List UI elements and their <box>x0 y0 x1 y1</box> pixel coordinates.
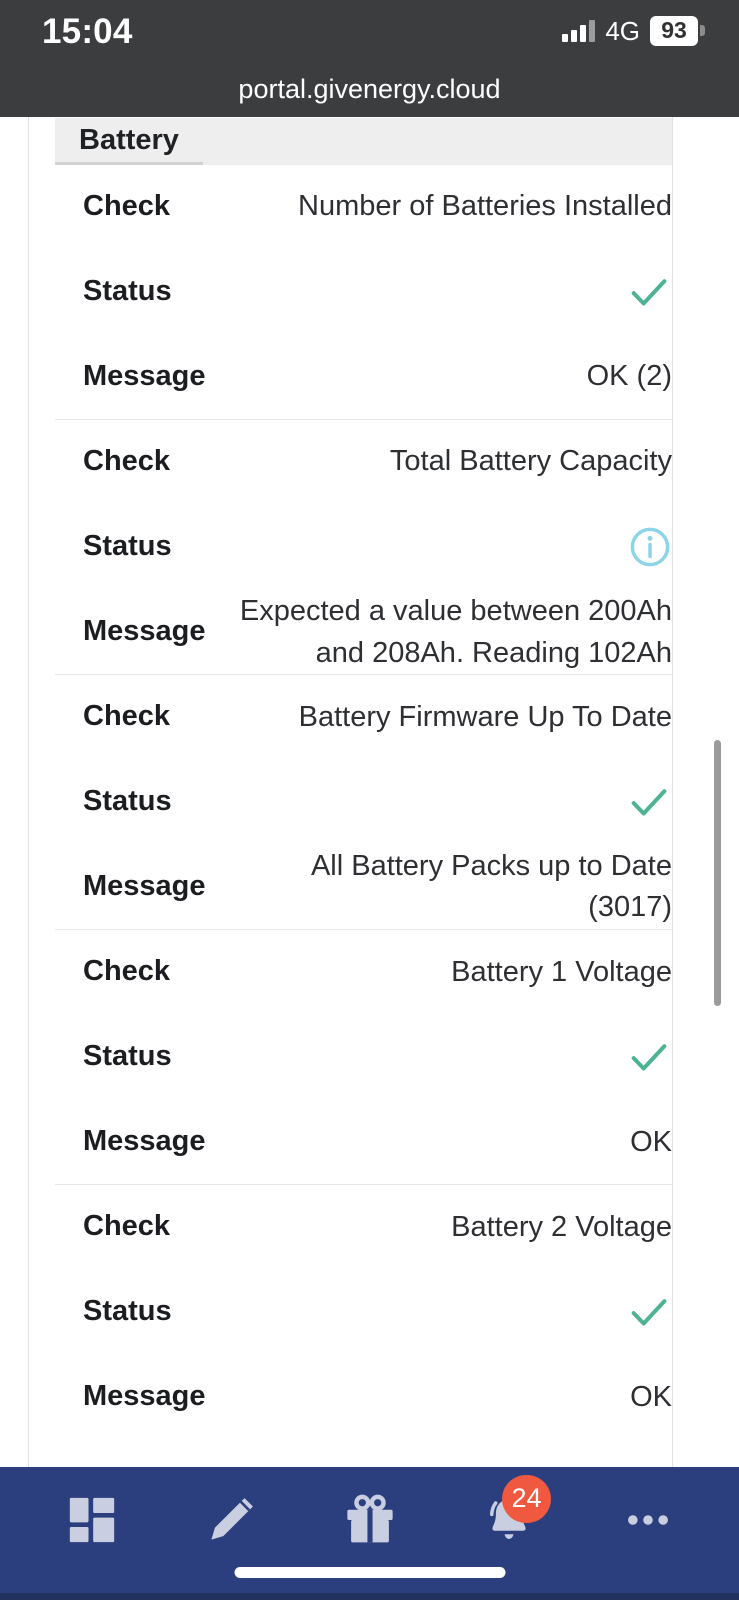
battery-percent-label: 93 <box>650 16 698 46</box>
check-label: Check <box>83 445 171 478</box>
message-value: OK <box>630 1125 672 1158</box>
check-card: Check Number of Batteries Installed Stat… <box>55 165 672 419</box>
phone-screen: 15:04 4G 93 portal.givenergy.cloud Batte… <box>0 0 739 1600</box>
status-label: Status <box>83 1295 172 1328</box>
check-icon <box>631 279 667 306</box>
checks-list: Check Number of Batteries Installed Stat… <box>55 165 672 1439</box>
check-label: Check <box>83 1210 171 1243</box>
status-label: Status <box>83 1040 172 1073</box>
check-card: Check Battery Firmware Up To Date Status… <box>55 674 672 929</box>
status-row: Status <box>55 504 672 590</box>
message-row: Message OK <box>55 1100 672 1184</box>
tab-strip: Battery <box>55 118 672 165</box>
message-row: Message OK <box>55 1355 672 1439</box>
check-row: Check Battery Firmware Up To Date <box>55 675 672 759</box>
message-label: Message <box>83 1380 206 1413</box>
signal-bars-icon <box>562 19 596 42</box>
network-type-label: 4G <box>605 15 640 46</box>
check-row: Check Battery 2 Voltage <box>55 1185 672 1269</box>
tab-battery[interactable]: Battery <box>55 118 203 165</box>
check-card: Check Total Battery Capacity Status Mess… <box>55 419 672 674</box>
ellipsis-icon <box>627 1514 668 1525</box>
check-row: Check Number of Batteries Installed <box>55 165 672 249</box>
check-icon <box>631 1044 667 1071</box>
message-label: Message <box>83 615 206 648</box>
nav-bottom-strip <box>0 1593 739 1600</box>
status-icon-slot <box>192 269 672 315</box>
pencil-icon <box>210 1497 253 1540</box>
dashboard-grid-icon <box>69 1497 114 1542</box>
page-right-border <box>672 117 673 1467</box>
battery-tip <box>700 25 705 37</box>
notification-badge: 24 <box>502 1474 551 1523</box>
home-indicator[interactable] <box>234 1567 505 1578</box>
check-value: Battery 2 Voltage <box>451 1210 672 1243</box>
check-value: Total Battery Capacity <box>389 445 672 478</box>
gift-icon <box>346 1494 393 1542</box>
check-row: Check Battery 1 Voltage <box>55 930 672 1014</box>
status-icon-slot <box>192 525 672 569</box>
check-value: Battery 1 Voltage <box>451 955 672 988</box>
info-icon[interactable] <box>628 525 672 569</box>
status-indicators: 4G 93 <box>562 15 705 46</box>
message-label: Message <box>83 360 206 393</box>
page-content: Battery Check Number of Batteries Instal… <box>0 117 739 1467</box>
bottom-nav-bar: 24 <box>0 1467 739 1600</box>
page-scrollbar[interactable] <box>714 740 721 1006</box>
status-clock: 15:04 <box>42 11 133 51</box>
nav-item-notifications[interactable]: 24 <box>461 1474 557 1561</box>
status-row: Status <box>55 1269 672 1355</box>
status-row: Status <box>55 759 672 845</box>
check-label: Check <box>83 700 171 733</box>
message-row: Message All Battery Packs up to Date (30… <box>55 845 672 929</box>
message-row: Message OK (2) <box>55 335 672 419</box>
status-icon-slot <box>192 779 672 825</box>
message-value: Expected a value between 200Ah and 208Ah… <box>239 595 672 670</box>
message-value: OK (2) <box>586 360 672 393</box>
check-card: Check Battery 1 Voltage Status Message O… <box>55 929 672 1184</box>
check-row: Check Total Battery Capacity <box>55 420 672 504</box>
message-label: Message <box>83 1125 206 1158</box>
status-icon-slot <box>192 1289 672 1335</box>
status-label: Status <box>83 530 172 563</box>
nav-item-edit[interactable] <box>183 1479 279 1561</box>
nav-item-gift[interactable] <box>322 1479 418 1561</box>
status-label: Status <box>83 275 172 308</box>
status-label: Status <box>83 785 172 818</box>
message-value: All Battery Packs up to Date (3017) <box>310 849 672 924</box>
status-row: Status <box>55 249 672 335</box>
battery-icon: 93 <box>650 16 705 46</box>
check-value: Battery Firmware Up To Date <box>298 700 672 733</box>
check-icon <box>631 1299 667 1326</box>
status-row: Status <box>55 1014 672 1100</box>
url-text: portal.givenergy.cloud <box>238 74 501 104</box>
check-label: Check <box>83 955 171 988</box>
status-bar: 15:04 4G 93 <box>0 0 739 62</box>
nav-item-dashboard[interactable] <box>44 1479 140 1561</box>
browser-chrome: 15:04 4G 93 portal.givenergy.cloud <box>0 0 739 117</box>
check-label: Check <box>83 190 171 223</box>
message-value: OK <box>630 1380 672 1413</box>
nav-item-more[interactable] <box>600 1479 696 1561</box>
message-row: Message Expected a value between 200Ah a… <box>55 590 672 674</box>
tab-battery-label: Battery <box>79 123 179 156</box>
check-card: Check Battery 2 Voltage Status Message O… <box>55 1184 672 1439</box>
status-icon-slot <box>192 1034 672 1080</box>
url-bar[interactable]: portal.givenergy.cloud <box>0 62 739 117</box>
bottom-nav-items: 24 <box>0 1467 739 1572</box>
check-value: Number of Batteries Installed <box>298 190 672 223</box>
check-icon <box>631 789 667 816</box>
page-left-border <box>28 117 29 1467</box>
message-label: Message <box>83 870 206 903</box>
